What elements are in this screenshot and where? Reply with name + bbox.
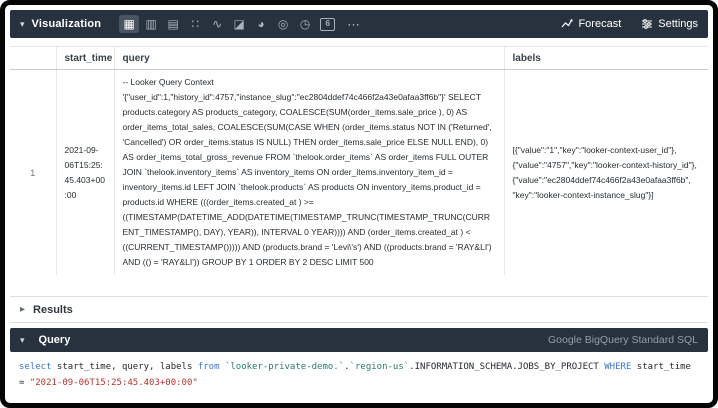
expand-results-icon[interactable]: ▸: [20, 304, 25, 315]
sql-token-string: "2021-09-06T15:25:45.403+00:00": [30, 378, 198, 388]
app-window: ▾ Visualization ▦▥▤∷∿◪◕◎◷ 6 ⋯ Forecast: [0, 0, 718, 408]
line-chart-icon[interactable]: ∿: [207, 15, 227, 33]
query-section-header: ▾ Query Google BigQuery Standard SQL: [10, 328, 708, 352]
settings-label: Settings: [658, 18, 698, 30]
forecast-icon: [561, 18, 573, 30]
sql-token-identifier: `region-us`: [350, 362, 410, 372]
column-header-start-time[interactable]: start_time: [56, 47, 114, 70]
sql-token-keyword: from: [198, 362, 220, 372]
timeline-icon[interactable]: ◷: [295, 15, 315, 33]
cell-start-time[interactable]: 2021-09-06T15:25:45.403+00:00: [56, 70, 114, 276]
forecast-button[interactable]: Forecast: [561, 18, 621, 30]
sql-code[interactable]: select start_time, query, labels from `l…: [10, 352, 708, 398]
settings-sliders-icon: [641, 18, 653, 30]
cell-query[interactable]: -- Looker Query Context '{"user_id":1,"h…: [114, 70, 504, 276]
results-section-header[interactable]: ▸ Results: [10, 296, 708, 323]
sql-token-plain: .INFORMATION_SCHEMA.JOBS_BY_PROJECT: [409, 362, 604, 372]
row-number-header: [10, 47, 56, 70]
collapse-query-icon[interactable]: ▾: [20, 335, 25, 346]
sql-token-keyword: select: [19, 362, 52, 372]
scatterplot-icon[interactable]: ∷: [185, 15, 205, 33]
viz-actions: Forecast Settings: [561, 18, 698, 30]
sql-token-keyword: WHERE: [604, 362, 631, 372]
results-label: Results: [33, 304, 73, 316]
bar-chart-icon[interactable]: ▤: [163, 15, 183, 33]
settings-button[interactable]: Settings: [641, 18, 698, 30]
table-icon[interactable]: ▦: [119, 15, 139, 33]
column-chart-icon[interactable]: ▥: [141, 15, 161, 33]
table-header-row: start_time query labels: [10, 47, 708, 70]
column-header-query[interactable]: query: [114, 47, 504, 70]
pie-chart-icon[interactable]: ◕: [251, 15, 271, 33]
single-value-icon[interactable]: 6: [320, 18, 335, 31]
viz-type-picker: ▦▥▤∷∿◪◕◎◷ 6 ⋯: [119, 15, 364, 33]
donut-multiples-icon[interactable]: ◎: [273, 15, 293, 33]
visualization-title: Visualization: [32, 18, 102, 30]
visualization-header: ▾ Visualization ▦▥▤∷∿◪◕◎◷ 6 ⋯ Forecast: [10, 10, 708, 38]
row-number: 1: [10, 70, 56, 276]
table-row: 1 2021-09-06T15:25:45.403+00:00 -- Looke…: [10, 70, 708, 276]
area-chart-icon[interactable]: ◪: [229, 15, 249, 33]
more-icon[interactable]: ⋯: [344, 15, 364, 33]
results-table: start_time query labels 1 2021-09-06T15:…: [10, 47, 708, 275]
query-label: Query: [39, 334, 71, 346]
cell-labels[interactable]: [{"value":"1","key":"looker-context-user…: [504, 70, 708, 276]
sql-token-plain: start_time, query, labels: [52, 362, 198, 372]
results-table-container: start_time query labels 1 2021-09-06T15:…: [10, 46, 708, 296]
sql-token-identifier: `looker-private-demo.`: [225, 362, 344, 372]
collapse-visualization-icon[interactable]: ▾: [20, 19, 25, 30]
sql-dialect-label: Google BigQuery Standard SQL: [548, 334, 698, 346]
column-header-labels[interactable]: labels: [504, 47, 708, 70]
forecast-label: Forecast: [578, 18, 621, 30]
